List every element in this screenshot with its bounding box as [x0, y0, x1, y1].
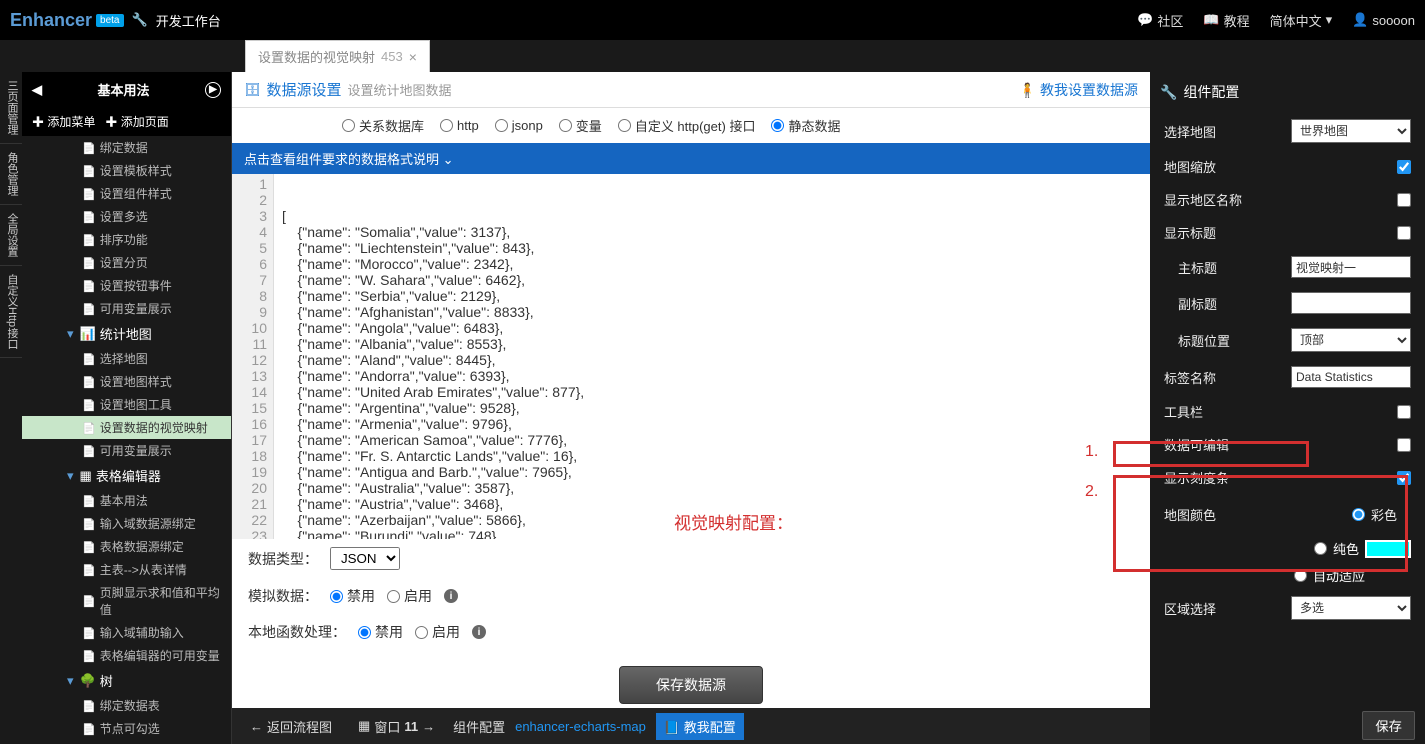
comp-name[interactable]: enhancer-echarts-map — [515, 719, 646, 734]
add-page-btn[interactable]: ✚ 添加页面 — [105, 113, 168, 130]
tree-item[interactable]: 排序功能 — [22, 228, 231, 251]
tree-item[interactable]: 设置按钮事件 — [22, 274, 231, 297]
color-swatch[interactable] — [1365, 540, 1411, 558]
src-http[interactable]: http — [440, 118, 479, 133]
format-help-bar[interactable]: 点击查看组件要求的数据格式说明 ⌄ — [232, 143, 1150, 174]
tree-item[interactable]: 页脚显示求和值和平均值 — [22, 581, 231, 621]
tree-item[interactable]: 表格编辑器的可用变量 — [22, 644, 231, 667]
highlight-num-1: 1. — [1085, 443, 1098, 461]
vtab-http[interactable]: 自定义Http接口 — [0, 266, 22, 358]
group-stat-map[interactable]: 📊 统计地图 — [22, 320, 231, 347]
region-check[interactable] — [1397, 193, 1411, 207]
info-icon[interactable]: i — [472, 625, 486, 639]
local-label: 本地函数处理： — [248, 622, 346, 642]
highlight-num-2: 2. — [1085, 483, 1098, 501]
code-editor[interactable]: 1234567891011121314151617181920212223 [ … — [232, 174, 1150, 539]
right-panel-title: 🔧 组件配置 — [1150, 72, 1425, 112]
bottom-save[interactable]: 保存 — [1362, 711, 1415, 740]
zoom-check[interactable] — [1397, 160, 1411, 174]
expand-icon[interactable]: ▶ — [205, 82, 221, 98]
teach-btn[interactable]: 📘 教我配置 — [656, 713, 744, 740]
main-title: 数据源设置 — [267, 79, 342, 100]
tree-item[interactable]: 设置组件样式 — [22, 182, 231, 205]
group-table-editor[interactable]: ▦ 表格编辑器 — [22, 462, 231, 489]
tree-item[interactable]: 主表-->从表详情 — [22, 558, 231, 581]
vtab-page-mgmt[interactable]: 三页面管理 — [0, 72, 22, 144]
group-tree[interactable]: 🌳 树 — [22, 667, 231, 694]
user-menu[interactable]: 👤 soooon — [1352, 12, 1415, 28]
wrench-icon[interactable]: 🔧 — [132, 12, 148, 28]
tree-item[interactable]: 输入域辅助输入 — [22, 621, 231, 644]
tree-item[interactable]: 绑定数据表 — [22, 694, 231, 717]
source-type-label: 选择源类型： — [248, 116, 326, 135]
data-type-label: 数据类型： — [248, 549, 318, 569]
toolbar-check[interactable] — [1397, 405, 1411, 419]
window-btn[interactable]: ▦ 窗口 11 → — [350, 713, 443, 740]
vtab-global[interactable]: 全局设置 — [0, 205, 22, 266]
tree-item[interactable]: 一次性加载全部节点 — [22, 740, 231, 744]
add-menu-btn[interactable]: ✚ 添加菜单 — [32, 113, 95, 130]
save-button[interactable]: 保存数据源 — [619, 666, 763, 704]
tree-item[interactable]: 输入域数据源绑定 — [22, 512, 231, 535]
tree-item[interactable]: 设置数据的视觉映射 — [22, 416, 231, 439]
tree-item[interactable]: 基本用法 — [22, 489, 231, 512]
close-icon[interactable]: × — [409, 49, 417, 65]
tree-item[interactable]: 选择地图 — [22, 347, 231, 370]
color-auto[interactable]: 自动适应 — [1150, 562, 1425, 589]
mock-label: 模拟数据： — [248, 586, 318, 606]
tree-item[interactable]: 设置地图工具 — [22, 393, 231, 416]
sub-title-input[interactable] — [1291, 292, 1411, 314]
lang-select[interactable]: 简体中文 ▾ — [1270, 11, 1333, 30]
db-icon: 🗄 — [244, 82, 261, 98]
mock-enable[interactable]: 启用 — [387, 586, 432, 606]
scale-check[interactable] — [1397, 471, 1411, 485]
src-httpget[interactable]: 自定义 http(get) 接口 — [618, 116, 756, 135]
workbench-link[interactable]: 开发工作台 — [156, 11, 221, 30]
src-var[interactable]: 变量 — [559, 116, 602, 135]
tutorial-link[interactable]: 📖 教程 — [1203, 11, 1249, 30]
src-db[interactable]: 关系数据库 — [342, 116, 424, 135]
tree-item[interactable]: 表格数据源绑定 — [22, 535, 231, 558]
tag-input[interactable] — [1291, 366, 1411, 388]
tree-item[interactable]: 可用变量展示 — [22, 297, 231, 320]
src-jsonp[interactable]: jsonp — [495, 118, 543, 133]
region-sel[interactable]: 多选 — [1291, 596, 1411, 620]
community-link[interactable]: 💬 社区 — [1137, 11, 1183, 30]
color-solid[interactable]: 纯色 — [1150, 535, 1425, 562]
main-title-input[interactable] — [1291, 256, 1411, 278]
tab-visual-mapping[interactable]: 设置数据的视觉映射 453 × — [245, 40, 430, 72]
src-static[interactable]: 静态数据 — [771, 116, 840, 135]
color-multi[interactable]: 彩色 — [1352, 501, 1411, 528]
info-icon[interactable]: i — [444, 589, 458, 603]
logo: Enhancer — [10, 10, 92, 31]
local-enable[interactable]: 启用 — [415, 622, 460, 642]
editable-check[interactable] — [1397, 438, 1411, 452]
tree-item[interactable]: 绑定数据 — [22, 136, 231, 159]
sidebar-title: ◀基本用法 ▶ — [22, 72, 231, 107]
data-type-select[interactable]: JSON — [330, 547, 400, 570]
help-link[interactable]: 🧍 教我设置数据源 — [1019, 80, 1138, 100]
map-select[interactable]: 世界地图 — [1291, 119, 1411, 143]
tree-item[interactable]: 设置地图样式 — [22, 370, 231, 393]
title-check[interactable] — [1397, 226, 1411, 240]
tree-item[interactable]: 设置模板样式 — [22, 159, 231, 182]
tree-item[interactable]: 设置分页 — [22, 251, 231, 274]
beta-badge: beta — [96, 14, 123, 27]
back-flow[interactable]: ← 返回流程图 — [242, 713, 340, 740]
tree-item[interactable]: 设置多选 — [22, 205, 231, 228]
tree-item[interactable]: 节点可勾选 — [22, 717, 231, 740]
main-subtitle: 设置统计地图数据 — [348, 80, 452, 99]
vtab-role[interactable]: 角色管理 — [0, 144, 22, 205]
tree-item[interactable]: 可用变量展示 — [22, 439, 231, 462]
mock-disable[interactable]: 禁用 — [330, 586, 375, 606]
title-pos-select[interactable]: 顶部 — [1291, 328, 1411, 352]
local-disable[interactable]: 禁用 — [358, 622, 403, 642]
